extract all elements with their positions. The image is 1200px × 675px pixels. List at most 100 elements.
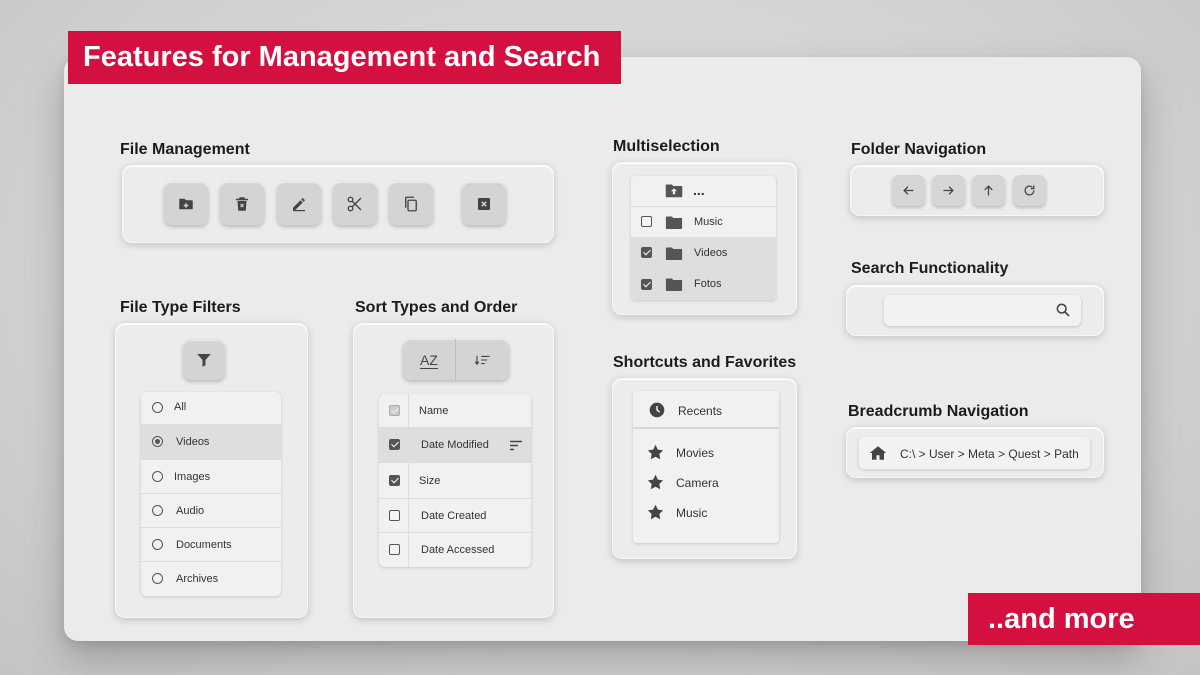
radio-button[interactable] — [152, 402, 163, 413]
sort-field-date-accessed[interactable]: Date Accessed — [379, 533, 531, 567]
file-management-title: File Management — [120, 141, 250, 158]
file-type-filters-panel: All Videos Images Audio Documents Archiv… — [115, 323, 308, 618]
refresh-button[interactable] — [1013, 175, 1046, 206]
name-checkbox[interactable] — [389, 404, 400, 416]
filter-option-all[interactable]: All — [141, 392, 281, 425]
home-icon[interactable] — [869, 445, 887, 461]
forward-button[interactable] — [932, 175, 965, 206]
filter-button[interactable] — [183, 340, 225, 380]
folder-navigation-title: Folder Navigation — [851, 141, 987, 158]
multiselection-title: Multiselection — [613, 138, 720, 155]
filter-option-label: Documents — [176, 539, 232, 551]
shortcuts-list: Recents Movies Camera Music — [633, 391, 779, 543]
forward-arrow-icon — [943, 186, 954, 195]
date-created-checkbox[interactable] — [389, 509, 400, 521]
recents-label: Recents — [678, 404, 723, 418]
star-icon — [647, 504, 664, 520]
search-icon[interactable] — [1055, 302, 1071, 323]
favorite-item-music[interactable]: Music — [633, 497, 779, 527]
radio-button[interactable] — [152, 504, 163, 516]
new-folder-icon — [179, 198, 193, 209]
filter-option-label: Images — [174, 471, 211, 483]
date-modified-checkbox[interactable] — [389, 439, 400, 450]
filter-option-archives[interactable]: Archives — [141, 562, 281, 596]
sort-field-label: Date Modified — [421, 439, 489, 451]
recents-item[interactable]: Recents — [633, 391, 779, 429]
rename-button[interactable] — [277, 182, 321, 225]
music-checkbox[interactable] — [641, 216, 652, 227]
sort-az-label: AZ — [420, 351, 438, 368]
sort-field-name[interactable]: Name — [379, 394, 531, 428]
filter-option-label: All — [174, 401, 187, 413]
folder-navigation-panel — [850, 165, 1104, 216]
back-arrow-icon — [903, 186, 914, 195]
page-title: Features for Management and Search — [68, 31, 621, 84]
sort-descending-icon — [474, 355, 490, 365]
filter-option-images[interactable]: Images — [141, 460, 281, 494]
filter-option-videos[interactable]: Videos — [141, 425, 281, 460]
rename-icon — [293, 197, 305, 211]
breadcrumb-path[interactable]: C:\ > User > Meta > Quest > Path — [900, 447, 1079, 461]
filter-option-audio[interactable]: Audio — [141, 494, 281, 528]
clock-icon — [649, 402, 665, 418]
breadcrumb[interactable]: C:\ > User > Meta > Quest > Path — [859, 437, 1090, 469]
close-button[interactable] — [462, 182, 506, 225]
filter-option-documents[interactable]: Documents — [141, 528, 281, 562]
search-panel — [846, 285, 1104, 336]
sort-field-size[interactable]: Size — [379, 463, 531, 499]
folder-up-icon — [665, 183, 683, 198]
filter-option-label: Videos — [176, 436, 210, 448]
sort-alphabetical-button[interactable]: AZ — [403, 339, 456, 380]
search-input[interactable] — [884, 295, 1081, 326]
file-type-list: All Videos Images Audio Documents Archiv… — [141, 392, 281, 596]
sort-button-group: AZ — [403, 339, 509, 380]
radio-button[interactable] — [152, 573, 163, 584]
shortcuts-title: Shortcuts and Favorites — [613, 354, 797, 371]
new-folder-button[interactable] — [164, 182, 208, 225]
sort-active-icon — [510, 440, 522, 451]
filter-option-label: Audio — [176, 505, 205, 517]
copy-button[interactable] — [389, 182, 433, 225]
radio-button[interactable] — [152, 436, 163, 447]
parent-folder-row[interactable]: ... — [631, 176, 776, 207]
folder-icon — [665, 277, 683, 291]
refresh-icon — [1024, 185, 1035, 196]
folder-icon — [665, 246, 683, 260]
up-button[interactable] — [972, 175, 1005, 206]
file-management-panel — [122, 165, 554, 243]
radio-button[interactable] — [152, 538, 163, 550]
sort-title: Sort Types and Order — [355, 299, 518, 316]
parent-folder-label: ... — [693, 182, 705, 198]
list-item-label: Fotos — [694, 278, 722, 290]
size-checkbox[interactable] — [389, 474, 400, 486]
delete-icon — [236, 196, 248, 211]
favorite-label: Movies — [676, 446, 715, 460]
sort-field-date-created[interactable]: Date Created — [379, 499, 531, 533]
multiselection-panel: ... Music Videos Fotos — [612, 162, 797, 315]
list-item[interactable]: Music — [631, 207, 776, 238]
videos-checkbox[interactable] — [641, 247, 652, 258]
cut-button[interactable] — [333, 182, 377, 225]
folder-icon — [665, 215, 683, 229]
sort-order-button[interactable] — [456, 339, 509, 380]
favorite-item-movies[interactable]: Movies — [633, 437, 779, 467]
back-button[interactable] — [892, 175, 925, 206]
breadcrumb-panel: C:\ > User > Meta > Quest > Path — [846, 427, 1104, 478]
list-item-label: Music — [694, 216, 723, 228]
list-item[interactable]: Videos — [631, 238, 776, 269]
more-banner: ..and more — [968, 593, 1200, 645]
delete-button[interactable] — [220, 182, 264, 225]
star-icon — [647, 474, 664, 490]
sort-field-label: Size — [419, 475, 441, 487]
radio-button[interactable] — [152, 470, 163, 482]
filter-icon — [197, 354, 211, 367]
favorite-item-camera[interactable]: Camera — [633, 467, 779, 497]
fotos-checkbox[interactable] — [641, 278, 652, 290]
favorite-label: Camera — [676, 476, 719, 490]
close-icon — [478, 197, 490, 210]
sort-field-label: Name — [419, 405, 449, 417]
date-accessed-checkbox[interactable] — [389, 544, 400, 555]
sort-field-date-modified[interactable]: Date Modified — [379, 428, 531, 463]
sort-panel: AZ Name Date Modified Size Date Created — [353, 323, 554, 618]
list-item[interactable]: Fotos — [631, 269, 776, 300]
